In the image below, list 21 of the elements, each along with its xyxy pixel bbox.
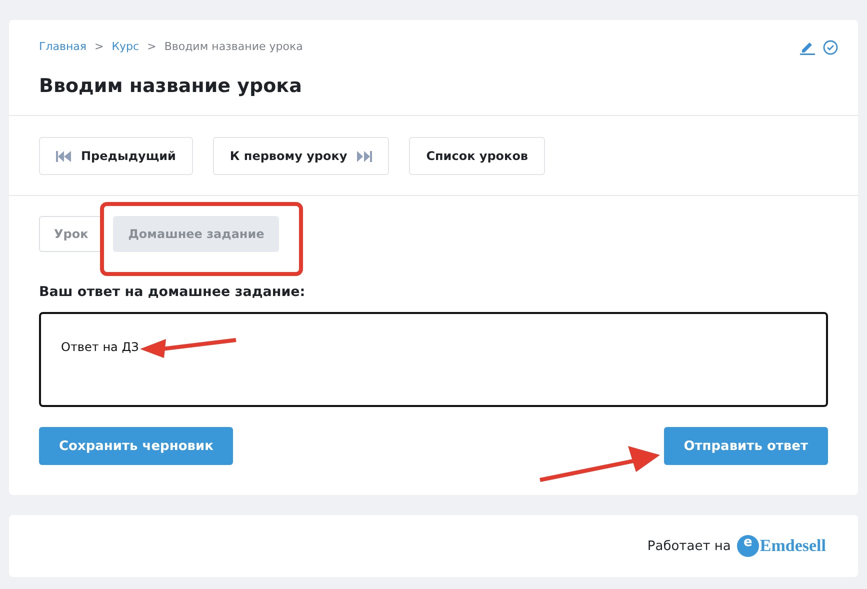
answer-label: Ваш ответ на домашнее задание:	[39, 284, 306, 300]
tab[interactable]: Домашнее задание	[113, 216, 280, 252]
logo-mark: e	[736, 535, 759, 557]
edit-icon[interactable]	[800, 40, 815, 55]
skip-forward-icon	[357, 150, 372, 162]
breadcrumb-current: Вводим название урока	[164, 40, 303, 53]
nav-button[interactable]: К первому уроку	[212, 137, 390, 175]
submit-button[interactable]: Отправить ответ	[664, 427, 828, 465]
breadcrumb-link[interactable]: Курс	[112, 40, 140, 53]
logo-text: Emdesell	[760, 536, 826, 556]
powered-by-text: Работает на	[647, 538, 731, 554]
nav-button[interactable]: Список уроков	[409, 137, 546, 175]
lesson-title: Вводим название урока	[39, 75, 303, 97]
skip-back-icon	[56, 150, 71, 162]
breadcrumb-link[interactable]: Главная	[39, 40, 87, 53]
answer-field[interactable]: Ответ на ДЗ	[39, 312, 828, 407]
nav-button[interactable]: Предыдущий	[39, 137, 193, 175]
check-circle-icon[interactable]	[823, 40, 838, 55]
breadcrumb-separator: >	[147, 40, 156, 53]
save-draft-button[interactable]: Сохранить черновик	[39, 427, 234, 465]
breadcrumb-separator: >	[94, 40, 104, 53]
